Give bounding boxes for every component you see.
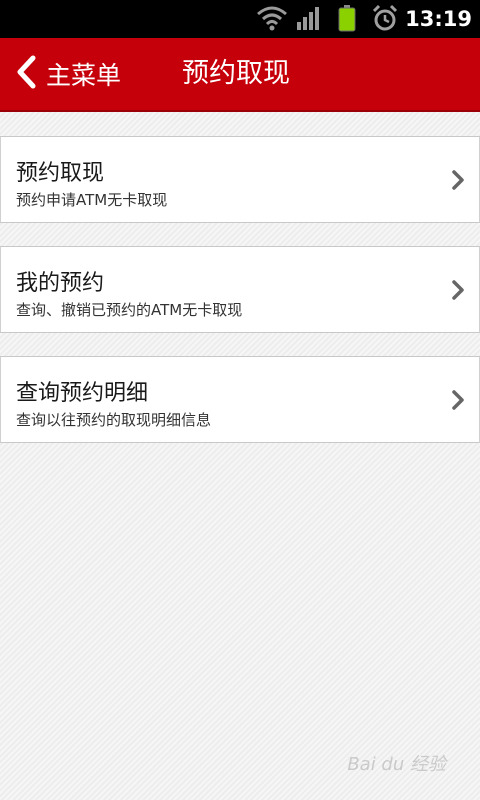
- back-label: 主菜单: [46, 61, 122, 90]
- menu-item-my-reservations[interactable]: 我的预约 查询、撤销已预约的ATM无卡取现: [0, 246, 480, 333]
- alarm-icon: [370, 0, 400, 38]
- status-time: 13:19: [405, 7, 472, 31]
- menu-item-reservation-details[interactable]: 查询预约明细 查询以往预约的取现明细信息: [0, 356, 480, 443]
- battery-icon: [336, 0, 358, 38]
- menu-item-title: 预约取现: [16, 161, 105, 186]
- signal-icon: [296, 0, 322, 38]
- menu-item-subtitle: 查询以往预约的取现明细信息: [16, 411, 212, 429]
- watermark: Bai du 经验: [347, 754, 446, 775]
- menu-item-subtitle: 预约申请ATM无卡取现: [16, 191, 168, 209]
- menu-item-title: 查询预约明细: [16, 381, 149, 406]
- wifi-icon: [256, 0, 288, 38]
- page-title: 预约取现: [182, 58, 290, 89]
- menu-item-subtitle: 查询、撤销已预约的ATM无卡取现: [16, 301, 243, 319]
- menu-item-reserve-withdrawal[interactable]: 预约取现 预约申请ATM无卡取现: [0, 136, 480, 223]
- menu-item-title: 我的预约: [16, 271, 105, 296]
- status-bar: 13:19: [0, 0, 480, 38]
- back-button[interactable]: 主菜单: [0, 38, 140, 110]
- title-bar: 主菜单 预约取现: [0, 38, 480, 112]
- chevron-left-icon: [0, 54, 38, 94]
